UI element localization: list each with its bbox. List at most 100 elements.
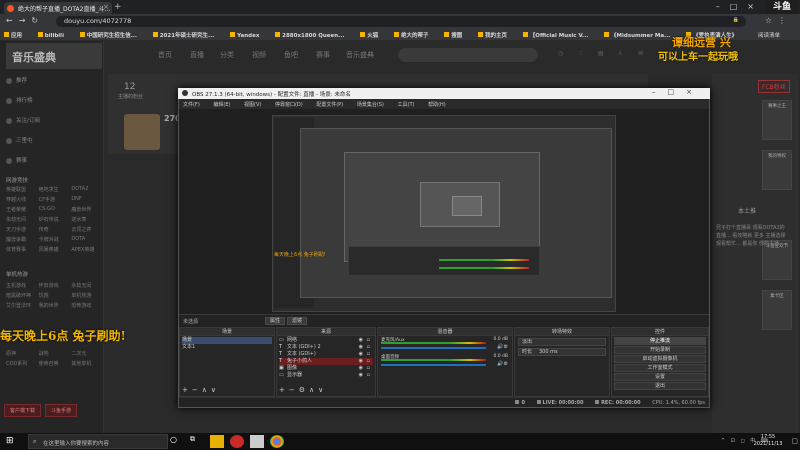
category-link[interactable]: 穿越火线 bbox=[6, 196, 37, 203]
category-link[interactable]: 王者荣耀 bbox=[6, 206, 37, 213]
search-input[interactable] bbox=[398, 48, 538, 62]
category-link[interactable]: 艾尔登法环 bbox=[6, 302, 37, 309]
visibility-eye-icon[interactable]: ◉ bbox=[359, 372, 363, 379]
category-link[interactable]: 英雄联盟 bbox=[6, 186, 37, 193]
lock-icon[interactable]: ▫ bbox=[367, 358, 370, 365]
bookmark-item[interactable]: 《Midsummer Ma... bbox=[604, 32, 670, 39]
menu-view[interactable]: 视图(V) bbox=[244, 102, 261, 108]
obs-window-controls[interactable]: –□× bbox=[652, 88, 704, 96]
category-link[interactable]: 怀旧游戏 bbox=[39, 282, 70, 289]
task-icon[interactable]: ▤ bbox=[598, 50, 604, 57]
category-link[interactable]: 永劫无间 bbox=[71, 282, 102, 289]
lock-icon[interactable]: ▫ bbox=[367, 344, 370, 351]
filters-button[interactable]: 滤镜 bbox=[287, 317, 308, 325]
chrome-icon[interactable] bbox=[270, 435, 284, 448]
category-link[interactable]: CF手游 bbox=[39, 196, 70, 203]
lock-icon[interactable]: ▫ bbox=[367, 351, 370, 358]
bookmark-item[interactable]: 【Official Music V... bbox=[522, 32, 588, 39]
bookmark-item[interactable]: bilibili bbox=[37, 32, 64, 39]
category-link[interactable]: CS:GO bbox=[39, 206, 70, 213]
category-link[interactable]: DOTA bbox=[71, 236, 102, 243]
top-nav-item[interactable]: 音乐盛典 bbox=[346, 50, 374, 60]
obs-taskbar-icon[interactable] bbox=[250, 435, 264, 448]
bookmark-item[interactable]: 绝大的帮子 bbox=[393, 32, 429, 39]
left-nav-item[interactable]: 关注/订阅 bbox=[6, 116, 40, 124]
netease-music-icon[interactable] bbox=[230, 435, 244, 448]
source-item[interactable]: ▭ 显示器 ◉ ▫ bbox=[279, 372, 373, 379]
source-item[interactable]: T 文本 (GDI+) ◉ ▫ bbox=[279, 351, 373, 358]
exit-button[interactable]: 退出 bbox=[614, 382, 706, 390]
scene-item[interactable]: 文本1 bbox=[182, 344, 272, 351]
history-icon[interactable]: ◷ bbox=[558, 50, 563, 57]
source-item[interactable]: T 文本 (GDI+) 2 ◉ ▫ bbox=[279, 344, 373, 351]
bookmark-item[interactable]: 2880x1800 Queen... bbox=[275, 32, 344, 39]
top-nav-item[interactable]: 直播 bbox=[190, 50, 204, 60]
category-link[interactable]: 体育赛事 bbox=[6, 246, 37, 253]
category-link[interactable]: 单机热游 bbox=[71, 292, 102, 299]
category-link[interactable]: 天刀手游 bbox=[6, 226, 37, 233]
category-link[interactable]: 恐怖游戏 bbox=[71, 302, 102, 309]
start-recording-button[interactable]: 开始录制 bbox=[614, 346, 706, 354]
timeline-icon[interactable]: ⧉ bbox=[190, 435, 204, 448]
category-link[interactable]: DNF bbox=[71, 196, 102, 203]
category-link[interactable]: 逆水寒 bbox=[71, 216, 102, 223]
virtual-camera-button[interactable]: 启动虚拟摄像机 bbox=[614, 355, 706, 363]
fan-badge-button[interactable]: FCB粉丝 bbox=[758, 80, 790, 93]
menu-docks[interactable]: 停靠窗口(D) bbox=[275, 102, 303, 108]
category-link[interactable]: 魔兽争霸 bbox=[6, 236, 37, 243]
category-link[interactable]: 魔兽世界 bbox=[71, 206, 102, 213]
left-nav-item[interactable]: 赛事 bbox=[6, 156, 27, 164]
settings-button[interactable]: 设置 bbox=[614, 373, 706, 381]
left-nav-item[interactable]: 排行榜 bbox=[6, 96, 33, 104]
category-link[interactable]: COD系列 bbox=[6, 360, 37, 367]
reading-list[interactable]: 阅读清单 bbox=[758, 31, 780, 39]
bookmark-item[interactable]: 搜图 bbox=[444, 32, 462, 39]
category-link[interactable]: 我的世界 bbox=[39, 302, 70, 309]
studio-mode-button[interactable]: 工作室模式 bbox=[614, 364, 706, 372]
address-input[interactable]: 🔒 douyu.com/4072778 bbox=[56, 16, 746, 27]
message-icon[interactable]: ✉ bbox=[638, 50, 643, 57]
bookmark-item[interactable]: 应用 bbox=[4, 32, 22, 39]
properties-button[interactable]: 属性 bbox=[265, 317, 286, 325]
windows-start-icon[interactable]: ⊞ bbox=[6, 436, 14, 446]
bookmark-item[interactable]: Yandex bbox=[230, 32, 259, 39]
menu-file[interactable]: 文件(F) bbox=[183, 102, 200, 108]
source-controls[interactable]: +−⚙∧∨ bbox=[279, 386, 327, 394]
tab-close-icon[interactable]: × bbox=[103, 3, 109, 11]
speaker-icon[interactable]: 🔊⚙ bbox=[497, 344, 508, 350]
bookmark-item[interactable]: 火狐 bbox=[360, 32, 378, 39]
lock-icon[interactable]: ▫ bbox=[367, 365, 370, 372]
browser-window-controls[interactable]: –□× bbox=[716, 2, 764, 11]
category-link[interactable]: 二次元 bbox=[71, 350, 102, 357]
side-card[interactable]: 我的特权 bbox=[762, 150, 792, 190]
transition-duration-field[interactable]: 时长 300 ms bbox=[518, 348, 606, 356]
left-nav-item[interactable]: 三里屯 bbox=[6, 136, 33, 144]
visibility-eye-icon[interactable]: ◉ bbox=[359, 365, 363, 372]
browser-tab[interactable]: 绝大的帮子直播_DOTA2直播_斗... × bbox=[4, 2, 112, 14]
menu-profile[interactable]: 配置文件(P) bbox=[316, 102, 343, 108]
taskbar-clock[interactable]: 17:55 2021/11/13 bbox=[748, 434, 788, 448]
top-nav-item[interactable]: 赛事 bbox=[316, 50, 330, 60]
visibility-eye-icon[interactable]: ◉ bbox=[359, 358, 363, 365]
visibility-eye-icon[interactable]: ◉ bbox=[359, 344, 363, 351]
new-tab-icon[interactable]: + bbox=[114, 2, 122, 12]
top-nav-item[interactable]: 鱼吧 bbox=[284, 50, 298, 60]
bookmark-item[interactable]: 我的主页 bbox=[478, 32, 507, 39]
task-view-icon[interactable]: ○ bbox=[170, 435, 184, 448]
category-link[interactable]: 炉石传说 bbox=[39, 216, 70, 223]
taskbar-search-input[interactable]: ⌕ 在这里输入你要搜索的内容 bbox=[28, 434, 168, 449]
left-nav-item[interactable]: 推荐 bbox=[6, 76, 27, 84]
category-link[interactable]: 风暴英雄 bbox=[39, 246, 70, 253]
file-explorer-icon[interactable] bbox=[210, 435, 224, 448]
scene-controls[interactable]: +−∧∨ bbox=[182, 386, 220, 394]
speaker-icon[interactable]: 🔊⚙ bbox=[497, 361, 508, 367]
category-link[interactable]: 暗黑破坏神 bbox=[6, 292, 37, 299]
lock-icon[interactable]: ▫ bbox=[367, 372, 370, 379]
top-nav-item[interactable]: 首页 bbox=[158, 50, 172, 60]
visibility-eye-icon[interactable]: ◉ bbox=[359, 337, 363, 344]
source-item-selected[interactable]: T 兔子小鸽人 ◉ ▫ bbox=[279, 358, 373, 365]
menu-edit[interactable]: 编辑(E) bbox=[213, 102, 230, 108]
category-link[interactable]: 原神 bbox=[6, 350, 37, 357]
streamer-avatar[interactable] bbox=[124, 114, 160, 150]
follow-icon[interactable]: ♡ bbox=[578, 50, 583, 57]
